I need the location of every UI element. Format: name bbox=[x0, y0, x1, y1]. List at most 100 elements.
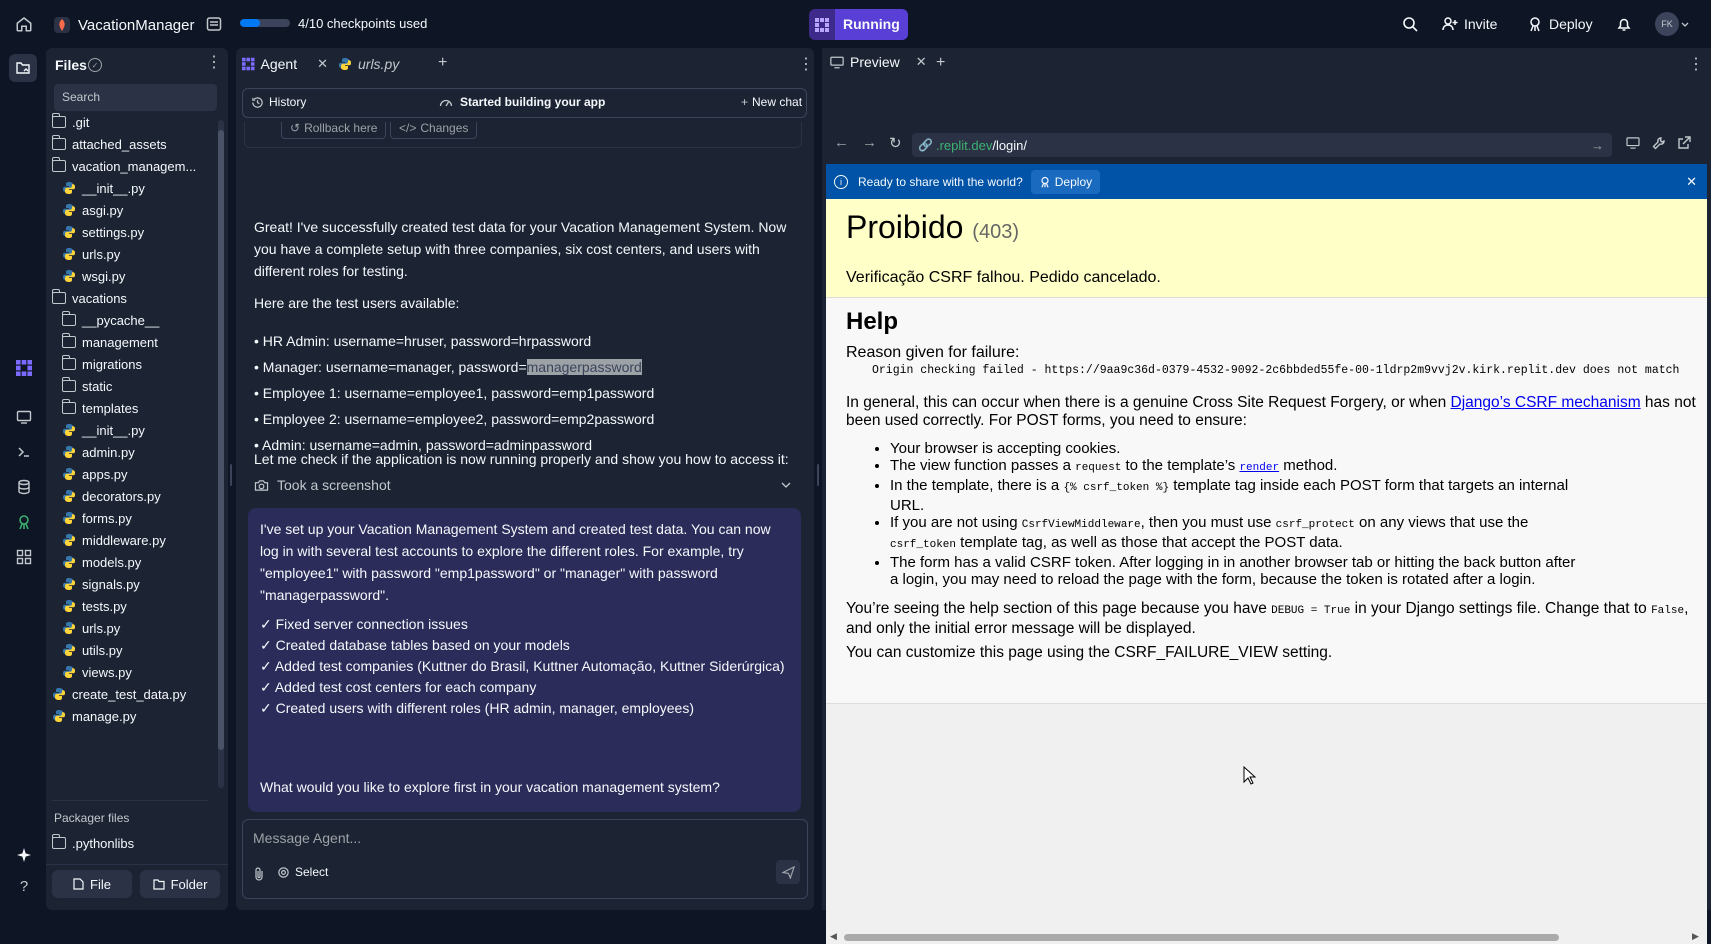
reload-icon[interactable]: ↻ bbox=[889, 134, 902, 152]
files-icon[interactable] bbox=[9, 54, 37, 82]
send-icon bbox=[781, 865, 795, 879]
tab-agent[interactable]: Agent ✕ bbox=[236, 48, 328, 80]
packager-item[interactable]: .pythonlibs bbox=[52, 832, 212, 854]
select-element-button[interactable]: Select bbox=[277, 865, 328, 879]
folder-item[interactable]: .git bbox=[52, 111, 212, 133]
python-file-icon bbox=[63, 468, 75, 480]
new-tab-icon[interactable]: + bbox=[438, 54, 447, 72]
folder-item[interactable]: migrations bbox=[62, 353, 222, 375]
invite-button[interactable]: Invite bbox=[1434, 9, 1505, 39]
rollback-button[interactable]: ↺ Rollback here bbox=[281, 122, 387, 139]
screenshot-action[interactable]: Took a screenshot bbox=[254, 472, 799, 498]
file-item[interactable]: asgi.py bbox=[62, 199, 222, 221]
file-item[interactable]: create_test_data.py bbox=[52, 683, 212, 705]
file-item[interactable]: urls.py bbox=[62, 617, 222, 639]
list-item: Your browser is accepting cookies. bbox=[890, 440, 1586, 457]
file-item[interactable]: apps.py bbox=[62, 463, 222, 485]
file-item[interactable]: decorators.py bbox=[62, 485, 222, 507]
help-icon[interactable]: ? bbox=[12, 874, 36, 898]
python-file-icon bbox=[63, 424, 75, 436]
device-icon[interactable] bbox=[1626, 137, 1640, 149]
history-button[interactable]: History bbox=[251, 95, 306, 109]
forward-icon[interactable]: → bbox=[862, 134, 877, 151]
file-item[interactable]: settings.py bbox=[62, 221, 222, 243]
folder-item[interactable]: vacations bbox=[52, 287, 212, 309]
back-icon[interactable]: ← bbox=[834, 134, 849, 151]
attach-icon[interactable] bbox=[253, 867, 265, 881]
file-item[interactable]: wsgi.py bbox=[62, 265, 222, 287]
files-scrollbar[interactable] bbox=[218, 120, 224, 788]
folder-item[interactable]: vacation_managem... bbox=[52, 155, 212, 177]
tab-preview[interactable]: Preview ✕ bbox=[830, 54, 927, 70]
list-item: ✓ Added test companies (Kuttner do Brasi… bbox=[260, 658, 785, 674]
render-link[interactable]: render bbox=[1239, 462, 1279, 474]
url-bar[interactable]: 🔗 .replit.dev /login/ → bbox=[912, 133, 1612, 157]
file-item[interactable]: utils.py bbox=[62, 639, 222, 661]
csrf-docs-link[interactable]: Django’s CSRF mechanism bbox=[1451, 394, 1641, 411]
file-item[interactable]: __init__.py bbox=[62, 419, 222, 441]
devtools-icon[interactable] bbox=[1652, 136, 1666, 150]
changes-button[interactable]: </> Changes bbox=[390, 122, 478, 139]
user-avatar[interactable]: FK bbox=[1655, 12, 1689, 36]
sparkle-icon[interactable] bbox=[12, 843, 36, 867]
file-item[interactable]: signals.py bbox=[62, 573, 222, 595]
user-item-hr: HR Admin: username=hruser, password=hrpa… bbox=[262, 333, 592, 349]
go-icon[interactable]: → bbox=[1591, 138, 1604, 153]
preview-menu-icon[interactable]: ⋮ bbox=[1688, 54, 1704, 74]
splitter-right[interactable] bbox=[817, 464, 819, 486]
files-scrollbar-thumb[interactable] bbox=[218, 130, 224, 750]
folder-item[interactable]: management bbox=[62, 331, 222, 353]
summary-question: What would you like to explore first in … bbox=[260, 779, 720, 795]
checkpoint-progress[interactable] bbox=[240, 19, 290, 27]
tree-item-label: asgi.py bbox=[82, 202, 124, 218]
file-item[interactable]: views.py bbox=[62, 661, 222, 683]
file-item[interactable]: __init__.py bbox=[62, 177, 222, 199]
agent-icon[interactable] bbox=[12, 356, 36, 380]
file-item[interactable]: middleware.py bbox=[62, 529, 222, 551]
deployments-icon[interactable] bbox=[12, 510, 36, 534]
shell-icon[interactable] bbox=[12, 440, 36, 464]
rollback-label: Rollback here bbox=[304, 122, 378, 135]
close-tab-icon[interactable]: ✕ bbox=[317, 56, 328, 72]
file-item[interactable]: manage.py bbox=[52, 705, 212, 727]
scroll-left-icon[interactable]: ◀ bbox=[830, 931, 837, 942]
file-item[interactable]: forms.py bbox=[62, 507, 222, 529]
new-chat-button[interactable]: + New chat bbox=[741, 95, 802, 109]
deploy-button[interactable]: Deploy bbox=[1519, 9, 1601, 39]
preview-hscroll[interactable]: ◀ ▶ bbox=[826, 930, 1707, 944]
message-input[interactable]: Message Agent... bbox=[253, 830, 793, 852]
run-control[interactable]: Running bbox=[809, 9, 908, 40]
all-tools-icon[interactable] bbox=[12, 545, 36, 569]
folder-item[interactable]: attached_assets bbox=[52, 133, 212, 155]
home-icon[interactable] bbox=[14, 14, 34, 34]
banner-deploy-button[interactable]: Deploy bbox=[1030, 169, 1101, 194]
search-icon[interactable] bbox=[1400, 14, 1420, 34]
folder-item[interactable]: __pycache__ bbox=[62, 309, 222, 331]
new-folder-button[interactable]: Folder bbox=[140, 870, 220, 898]
agent-menu-icon[interactable]: ⋮ bbox=[798, 54, 814, 74]
file-item[interactable]: admin.py bbox=[62, 441, 222, 463]
url-path: /login/ bbox=[992, 137, 1028, 153]
scroll-right-icon[interactable]: ▶ bbox=[1692, 931, 1699, 942]
workspace-toggle-icon[interactable] bbox=[204, 14, 224, 34]
file-item[interactable]: tests.py bbox=[62, 595, 222, 617]
file-item[interactable]: urls.py bbox=[62, 243, 222, 265]
bell-icon[interactable] bbox=[1614, 14, 1634, 34]
preview-icon[interactable] bbox=[12, 405, 36, 429]
splitter-left[interactable] bbox=[230, 464, 232, 486]
file-item[interactable]: models.py bbox=[62, 551, 222, 573]
tree-item-label: manage.py bbox=[72, 708, 137, 724]
open-external-icon[interactable] bbox=[1677, 136, 1691, 150]
new-file-button[interactable]: File bbox=[52, 870, 132, 898]
close-banner-icon[interactable]: ✕ bbox=[1686, 174, 1697, 190]
preview-hscroll-thumb[interactable] bbox=[844, 934, 1559, 941]
folder-item[interactable]: static bbox=[62, 375, 222, 397]
tab-urls[interactable]: urls.py bbox=[332, 48, 422, 80]
folder-item[interactable]: templates bbox=[62, 397, 222, 419]
new-tab-icon[interactable]: + bbox=[936, 54, 945, 72]
send-button[interactable] bbox=[776, 860, 800, 884]
close-tab-icon[interactable]: ✕ bbox=[916, 54, 927, 70]
folder-icon bbox=[62, 355, 76, 370]
app-switcher[interactable]: VacationManager bbox=[48, 11, 200, 39]
database-icon[interactable] bbox=[12, 475, 36, 499]
